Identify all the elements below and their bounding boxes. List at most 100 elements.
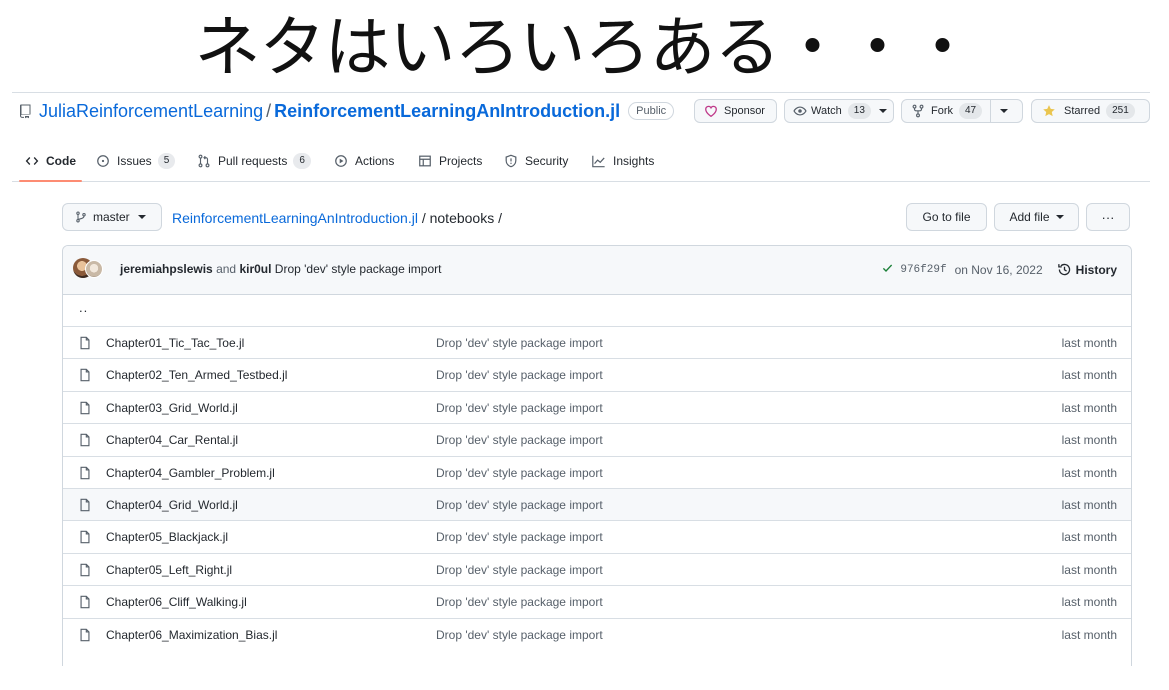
commit-coauthor-link[interactable]: kir0ul: [239, 262, 271, 276]
file-name-link[interactable]: Chapter01_Tic_Tac_Toe.jl: [106, 336, 244, 350]
commit-message-link[interactable]: Drop 'dev' style package import: [275, 262, 442, 276]
repo-nav-tabs: Code Issues 5 Pull requests 6 Actions Pr…: [12, 141, 1150, 182]
parent-directory-row[interactable]: ..: [63, 294, 1131, 326]
file-commit-message-link[interactable]: Drop 'dev' style package import: [436, 563, 603, 577]
file-commit-age: last month: [1061, 400, 1117, 415]
commit-meta: 976f29f on Nov 16, 2022 History: [881, 262, 1117, 277]
file-commit-message-link[interactable]: Drop 'dev' style package import: [436, 628, 603, 642]
branch-icon: [75, 210, 87, 224]
file-name-link[interactable]: Chapter04_Car_Rental.jl: [106, 433, 238, 447]
file-name-link[interactable]: Chapter06_Cliff_Walking.jl: [106, 595, 247, 609]
file-row[interactable]: Chapter03_Grid_World.jl Drop 'dev' style …: [63, 390, 1131, 423]
file-commit-age: last month: [1061, 498, 1117, 512]
more-options-button[interactable]: ···: [1086, 203, 1130, 231]
table-icon: [418, 154, 432, 168]
tab-security[interactable]: Security: [504, 141, 568, 181]
file-row[interactable]: Chapter04_Gambler_Problem.jl Drop 'dev' s…: [63, 455, 1131, 488]
file-commit-age: last month: [1061, 465, 1117, 480]
commit-and: and: [216, 262, 237, 276]
avatar[interactable]: [85, 260, 103, 278]
go-to-file-label: Go to file: [922, 210, 971, 224]
repo-owner-link[interactable]: JuliaReinforcementLearning: [39, 101, 263, 121]
tab-label: Code: [46, 154, 76, 168]
commit-summary: jeremiahpslewis and kir0ul Drop 'dev' st…: [120, 262, 441, 276]
file-name-link[interactable]: Chapter04_Gambler_Problem.jl: [106, 466, 275, 480]
go-to-file-button[interactable]: Go to file: [906, 203, 987, 231]
breadcrumb-separator: /: [421, 210, 426, 226]
star-icon: [1042, 104, 1056, 118]
repo-header: JuliaReinforcementLearning / Reinforcement…: [12, 93, 1150, 131]
breadcrumb-current-folder: notebooks: [429, 210, 495, 226]
file-name-link[interactable]: Chapter05_Blackjack.jl: [106, 530, 228, 544]
add-file-button[interactable]: Add file: [994, 203, 1079, 231]
commit-date: on Nov 16, 2022: [954, 262, 1043, 277]
github-page: JuliaReinforcementLearning / Reinforcement…: [12, 92, 1150, 690]
watch-label: Watch: [811, 105, 842, 117]
pull-request-icon: [197, 154, 211, 168]
fork-label: Fork: [931, 105, 953, 117]
history-link[interactable]: History: [1057, 262, 1117, 277]
tab-pull-requests[interactable]: Pull requests 6: [197, 141, 311, 181]
branch-selector[interactable]: master: [62, 203, 162, 231]
file-commit-message-link[interactable]: Drop 'dev' style package import: [436, 336, 603, 350]
path-toolbar: master ReinforcementLearningAnIntroducti…: [62, 203, 1130, 233]
tab-insights[interactable]: Insights: [591, 141, 654, 181]
file-commit-age: last month: [1061, 368, 1117, 383]
file-row[interactable]: Chapter05_Blackjack.jl Drop 'dev' style p…: [63, 520, 1131, 552]
commit-sha-link[interactable]: 976f29f: [900, 264, 946, 276]
sponsor-button[interactable]: Sponsor: [694, 99, 777, 123]
file-row[interactable]: Chapter02_Ten_Armed_Testbed.jl Drop 'dev'…: [63, 358, 1131, 390]
tab-label: Security: [525, 154, 569, 168]
file-name-link[interactable]: Chapter03_Grid_World.jl: [106, 401, 238, 415]
file-row[interactable]: Chapter04_Car_Rental.jl Drop 'dev' style …: [63, 423, 1131, 455]
visibility-badge: Public: [628, 102, 675, 120]
file-icon: [78, 627, 92, 643]
breadcrumb: ReinforcementLearningAnIntroduction.jl /…: [172, 209, 502, 227]
tab-projects[interactable]: Projects: [418, 141, 482, 181]
parent-directory-link[interactable]: ..: [79, 300, 88, 315]
file-icon: [78, 497, 92, 513]
file-commit-message-link[interactable]: Drop 'dev' style package import: [436, 368, 603, 382]
file-name-link[interactable]: Chapter05_Left_Right.jl: [106, 563, 232, 577]
file-name-link[interactable]: Chapter02_Ten_Armed_Testbed.jl: [106, 368, 287, 382]
file-commit-age: last month: [1061, 627, 1117, 642]
check-icon[interactable]: [881, 262, 894, 277]
file-icon: [78, 529, 92, 545]
file-commit-message-link[interactable]: Drop 'dev' style package import: [436, 401, 603, 415]
tab-count: 5: [157, 153, 176, 169]
file-row[interactable]: Chapter06_Cliff_Walking.jl Drop 'dev' sty…: [63, 585, 1131, 617]
repo-name-link[interactable]: ReinforcementLearningAnIntroduction.jl: [274, 101, 620, 121]
file-row[interactable]: Chapter05_Left_Right.jl Drop 'dev' style …: [63, 552, 1131, 585]
file-name-link[interactable]: Chapter04_Grid_World.jl: [106, 498, 238, 512]
file-commit-message-link[interactable]: Drop 'dev' style package import: [436, 498, 603, 512]
file-row[interactable]: Chapter04_Grid_World.jl Drop 'dev' style …: [63, 488, 1131, 520]
watch-button[interactable]: Watch 13: [784, 99, 894, 123]
file-icon: [78, 432, 92, 448]
fork-button[interactable]: Fork 47: [901, 99, 1023, 123]
file-commit-message-link[interactable]: Drop 'dev' style package import: [436, 595, 603, 609]
file-listing: jeremiahpslewis and kir0ul Drop 'dev' st…: [62, 245, 1132, 666]
file-commit-age: last month: [1061, 433, 1117, 448]
tab-label: Actions: [355, 154, 395, 168]
file-commit-age: last month: [1061, 530, 1117, 545]
tab-issues[interactable]: Issues 5: [96, 141, 176, 181]
commit-avatars: [73, 258, 109, 280]
kebab-icon: ···: [1101, 209, 1115, 225]
file-name-link[interactable]: Chapter06_Maximization_Bias.jl: [106, 628, 277, 642]
starred-button[interactable]: Starred 251: [1031, 99, 1150, 123]
file-row[interactable]: Chapter06_Maximization_Bias.jl Drop 'dev'…: [63, 617, 1131, 650]
file-row[interactable]: Chapter01_Tic_Tac_Toe.jl Drop 'dev' style…: [63, 326, 1131, 358]
commit-author-link[interactable]: jeremiahpslewis: [120, 262, 213, 276]
tab-actions[interactable]: Actions: [334, 141, 394, 181]
file-icon: [78, 335, 92, 351]
tab-code[interactable]: Code: [19, 141, 82, 182]
file-commit-age: last month: [1061, 336, 1117, 350]
latest-commit-bar: jeremiahpslewis and kir0ul Drop 'dev' st…: [63, 246, 1131, 295]
history-icon: [1057, 262, 1072, 277]
fork-menu-button[interactable]: [990, 100, 1017, 122]
play-icon: [334, 154, 348, 168]
breadcrumb-repo-link[interactable]: ReinforcementLearningAnIntroduction.jl: [172, 210, 418, 226]
file-commit-message-link[interactable]: Drop 'dev' style package import: [436, 530, 603, 544]
file-commit-message-link[interactable]: Drop 'dev' style package import: [436, 466, 603, 480]
file-commit-message-link[interactable]: Drop 'dev' style package import: [436, 433, 603, 447]
